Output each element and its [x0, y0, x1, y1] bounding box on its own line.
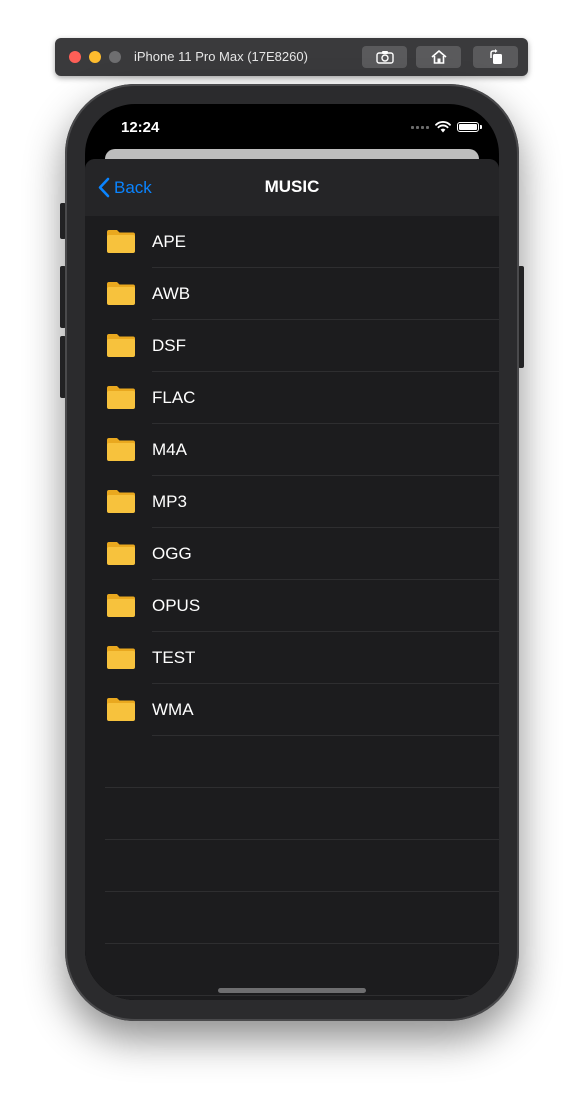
home-indicator[interactable] — [218, 988, 366, 993]
list-item-folder[interactable]: TEST — [85, 632, 499, 684]
row-separator — [105, 995, 499, 996]
page-title: MUSIC — [264, 177, 320, 196]
list-item-folder[interactable]: DSF — [85, 320, 499, 372]
minimize-window-button[interactable] — [89, 51, 101, 63]
empty-row — [85, 736, 499, 788]
cellular-signal-icon — [411, 125, 429, 129]
wifi-icon — [435, 121, 451, 133]
folder-icon — [107, 646, 135, 669]
empty-row — [85, 892, 499, 944]
folder-icon — [107, 386, 135, 409]
list-item-folder[interactable]: OPUS — [85, 580, 499, 632]
home-button[interactable] — [416, 46, 461, 68]
list-item-folder[interactable]: FLAC — [85, 372, 499, 424]
empty-row — [85, 788, 499, 840]
rotate-icon — [489, 49, 502, 64]
phone-screen: 12:24 Back MUSIC APE AWB DSF FLAC M4A MP… — [85, 104, 499, 1000]
folder-icon — [107, 542, 135, 565]
list-item-folder[interactable]: WMA — [85, 684, 499, 736]
zoom-window-button[interactable] — [109, 51, 121, 63]
list-item-folder[interactable]: MP3 — [85, 476, 499, 528]
folder-name: DSF — [152, 336, 186, 355]
folder-icon — [107, 594, 135, 617]
home-icon — [430, 50, 447, 64]
folder-name: TEST — [152, 648, 196, 667]
close-window-button[interactable] — [69, 51, 81, 63]
list-item-folder[interactable]: AWB — [85, 268, 499, 320]
list-item-folder[interactable]: OGG — [85, 528, 499, 580]
list-item-folder[interactable]: M4A — [85, 424, 499, 476]
folder-icon — [107, 282, 135, 305]
screenshot-button[interactable] — [362, 46, 407, 68]
empty-row — [85, 840, 499, 892]
folder-name: OGG — [152, 544, 192, 563]
folder-name: M4A — [152, 440, 187, 459]
folder-icon — [107, 490, 135, 513]
screenshot-icon — [375, 51, 394, 64]
notch — [186, 104, 396, 134]
folder-name: APE — [152, 232, 187, 251]
folder-name: WMA — [152, 700, 194, 719]
folder-icon — [107, 334, 135, 357]
list-item-folder[interactable]: APE — [85, 216, 499, 268]
status-time: 12:24 — [121, 119, 160, 136]
folder-name: AWB — [152, 284, 191, 303]
battery-icon — [457, 122, 482, 132]
navigation-bar: Back MUSIC — [85, 159, 499, 216]
simulator-title: iPhone 11 Pro Max (17E8260) — [134, 49, 308, 64]
folder-name: MP3 — [152, 492, 187, 511]
folder-list: APE AWB DSF FLAC M4A MP3 OGG OPUS TEST W… — [85, 216, 499, 996]
folder-icon — [107, 438, 135, 461]
status-icons — [411, 121, 482, 133]
folder-icon — [107, 698, 135, 721]
folder-icon — [107, 230, 135, 253]
rotate-button[interactable] — [473, 46, 518, 68]
simulator-titlebar: iPhone 11 Pro Max (17E8260) — [55, 38, 528, 76]
file-browser-sheet: Back MUSIC APE AWB DSF FLAC M4A MP3 OGG … — [85, 159, 499, 1000]
folder-name: OPUS — [152, 596, 201, 615]
folder-name: FLAC — [152, 388, 196, 407]
